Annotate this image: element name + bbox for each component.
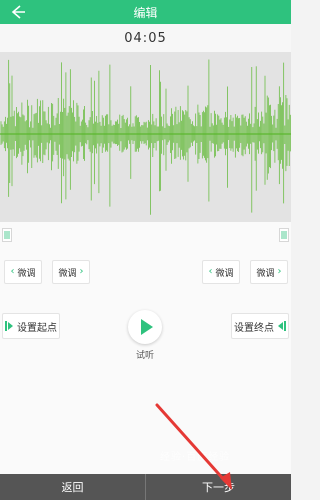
watermark: 经验·百度经验	[160, 452, 231, 463]
play-button[interactable]	[128, 310, 162, 344]
next-step-button[interactable]: 下一步	[146, 474, 291, 500]
waveform-area[interactable]	[0, 52, 291, 222]
set-end-button[interactable]: 设置终点	[231, 313, 289, 339]
waveform[interactable]	[0, 52, 291, 222]
handle-grip-icon	[4, 231, 10, 239]
end-handle[interactable]	[279, 228, 289, 242]
start-handle[interactable]	[2, 228, 12, 242]
start-fine-tune-forward-button[interactable]: 微调 ›	[52, 260, 90, 284]
set-end-label: 设置终点	[234, 322, 274, 334]
bottom-bar: 返回 下一步	[0, 474, 291, 500]
time-bar: 04:05	[0, 24, 291, 52]
fine-tune-label: 微调	[17, 268, 36, 279]
chevron-left-icon: ‹	[10, 266, 15, 277]
back-button[interactable]: 返回	[0, 474, 145, 500]
chevron-right-icon: ›	[277, 266, 282, 277]
set-start-button[interactable]: 设置起点	[2, 313, 60, 339]
end-marker-icon	[278, 321, 286, 331]
page-title: 编辑	[133, 6, 158, 20]
end-fine-tune-forward-button[interactable]: 微调 ›	[250, 260, 288, 284]
fine-tune-label: 微调	[215, 268, 234, 279]
chevron-left-icon: ‹	[208, 266, 213, 277]
handle-grip-icon	[281, 231, 287, 239]
start-fine-tune-back-button[interactable]: ‹ 微调	[4, 260, 42, 284]
set-start-label: 设置起点	[17, 322, 57, 334]
fine-tune-label: 微调	[58, 268, 77, 279]
duration-display: 04:05	[124, 31, 167, 46]
top-bar: 编辑	[0, 0, 291, 24]
play-icon	[140, 319, 153, 335]
end-fine-tune-back-button[interactable]: ‹ 微调	[202, 260, 240, 284]
chevron-right-icon: ›	[79, 266, 84, 277]
fine-tune-label: 微调	[256, 268, 275, 279]
start-marker-icon	[5, 321, 13, 331]
preview-label: 试听	[135, 351, 154, 361]
